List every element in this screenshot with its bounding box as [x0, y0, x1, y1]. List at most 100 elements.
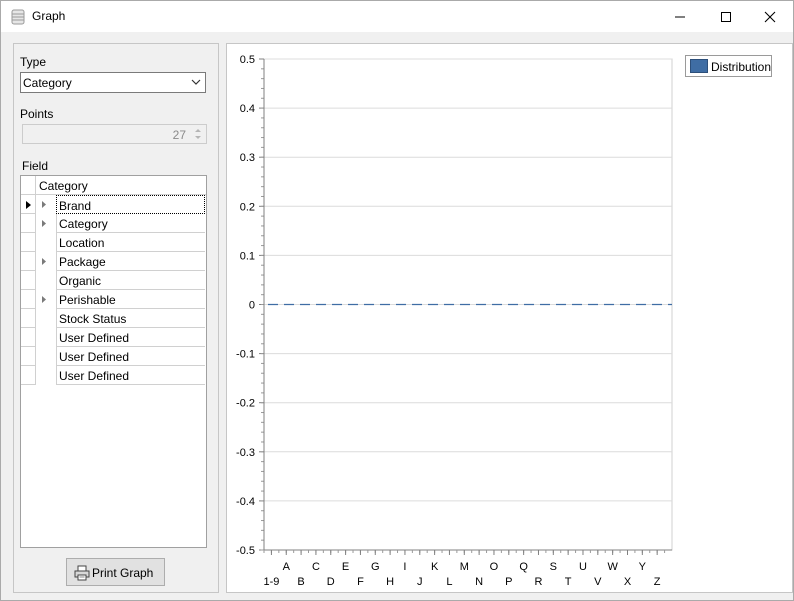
y-tick-label: -0.5 [236, 545, 255, 557]
x-tick-label: P [505, 576, 512, 588]
y-tick-label: 0.5 [240, 54, 255, 66]
x-tick-label: R [534, 576, 542, 588]
field-cell[interactable]: Brand [56, 195, 205, 214]
x-tick-label: Z [654, 576, 661, 588]
x-tick-label: H [386, 576, 394, 588]
row-expander[interactable] [36, 195, 56, 214]
row-expander[interactable] [36, 290, 56, 309]
print-graph-label: Print Graph [92, 566, 154, 580]
database-icon [11, 9, 25, 25]
stepper-arrows-icon[interactable] [192, 127, 204, 141]
y-tick-label: 0.4 [240, 103, 255, 115]
field-cell[interactable]: User Defined [56, 328, 205, 347]
graph-window: Graph Type Category Points 27 Field Cate… [0, 0, 794, 601]
field-cell[interactable]: Organic [56, 271, 205, 290]
field-cell[interactable]: User Defined [56, 347, 205, 366]
x-tick-label: Y [639, 561, 647, 573]
row-expander [36, 309, 56, 328]
field-cell-label: Organic [59, 274, 102, 288]
chart-panel: 0.5 0.4 0.3 0.2 0.1 0 -0.1 -0.2 -0.3 -0.4 -0.5 1-9 A… [226, 43, 793, 593]
field-cell[interactable]: Perishable [56, 290, 205, 309]
points-label: Points [20, 107, 54, 121]
minimize-button[interactable] [657, 1, 703, 32]
grid-header-label: Category [39, 179, 88, 193]
field-cell[interactable]: Package [56, 252, 205, 271]
x-tick-label: 1-9 [263, 576, 279, 588]
y-tick-label: 0.2 [240, 201, 255, 213]
x-tick-label: D [327, 576, 335, 588]
row-selector[interactable] [21, 271, 36, 290]
points-stepper[interactable]: 27 [22, 124, 207, 144]
grid-row[interactable]: Brand [21, 195, 206, 214]
row-selector[interactable] [21, 309, 36, 328]
expand-icon[interactable] [42, 296, 47, 303]
grid-row[interactable]: Category [21, 214, 206, 233]
row-selector[interactable] [21, 233, 36, 252]
y-tick-label: 0.1 [240, 250, 255, 262]
row-selector[interactable] [21, 347, 36, 366]
type-select[interactable]: Category [20, 72, 206, 93]
x-tick-label: L [446, 576, 452, 588]
grid-row[interactable]: Perishable [21, 290, 206, 309]
x-tick-label: C [312, 561, 320, 573]
print-graph-button[interactable]: Print Graph [66, 558, 165, 586]
row-selector[interactable] [21, 328, 36, 347]
field-label: Field [22, 159, 49, 173]
field-cell[interactable]: User Defined [56, 366, 205, 385]
grid-header: Category [21, 176, 206, 195]
row-expander [36, 347, 56, 366]
title-bar[interactable]: Graph [1, 1, 793, 32]
grid-row[interactable]: Location [21, 233, 206, 252]
row-expander[interactable] [36, 252, 56, 271]
field-cell[interactable]: Category [56, 214, 205, 233]
expand-icon[interactable] [42, 220, 47, 227]
x-tick-label: V [594, 576, 602, 588]
close-icon [764, 11, 776, 22]
x-tick-label: Q [519, 561, 528, 573]
grid-row[interactable]: Stock Status [21, 309, 206, 328]
row-selector[interactable] [21, 252, 36, 271]
grid-row[interactable]: Organic [21, 271, 206, 290]
expand-icon[interactable] [42, 201, 47, 208]
field-cell-label: Location [59, 236, 105, 250]
row-selector[interactable] [21, 290, 36, 309]
row-expander [36, 328, 56, 347]
grid-row[interactable]: User Defined [21, 347, 206, 366]
y-tick-label: -0.4 [236, 496, 255, 508]
row-selector[interactable] [21, 366, 36, 385]
grid-row[interactable]: User Defined [21, 328, 206, 347]
x-tick-label: I [403, 561, 406, 573]
x-tick-label: W [607, 561, 618, 573]
x-tick-label: T [565, 576, 572, 588]
chart-legend: Distribution [685, 55, 772, 77]
printer-icon [74, 565, 90, 581]
x-tick-label: M [460, 561, 469, 573]
points-value: 27 [172, 128, 186, 142]
window-title: Graph [32, 9, 66, 23]
field-cell[interactable]: Location [56, 233, 205, 252]
row-expander [36, 366, 56, 385]
expand-icon[interactable] [42, 258, 47, 265]
grid-row[interactable]: User Defined [21, 366, 206, 385]
field-cell-label: Perishable [59, 293, 116, 307]
field-cell-label: User Defined [59, 350, 130, 364]
type-label: Type [20, 55, 47, 69]
maximize-button[interactable] [703, 1, 749, 32]
y-tick-label: -0.3 [236, 447, 255, 459]
current-row-icon [26, 201, 31, 209]
close-button[interactable] [747, 1, 793, 32]
field-cell-label: Category [59, 217, 108, 231]
x-tick-label: B [297, 576, 304, 588]
row-expander[interactable] [36, 214, 56, 233]
maximize-icon [721, 11, 731, 22]
grid-row[interactable]: Package [21, 252, 206, 271]
row-expander [36, 271, 56, 290]
x-tick-label: K [431, 561, 439, 573]
field-grid[interactable]: Category Brand Category Location Package Org… [20, 175, 207, 548]
field-cell[interactable]: Stock Status [56, 309, 205, 328]
row-selector[interactable] [21, 195, 36, 214]
x-tick-label: A [283, 561, 291, 573]
x-tick-label: U [579, 561, 587, 573]
row-selector[interactable] [21, 214, 36, 233]
x-tick-label: G [371, 561, 380, 573]
